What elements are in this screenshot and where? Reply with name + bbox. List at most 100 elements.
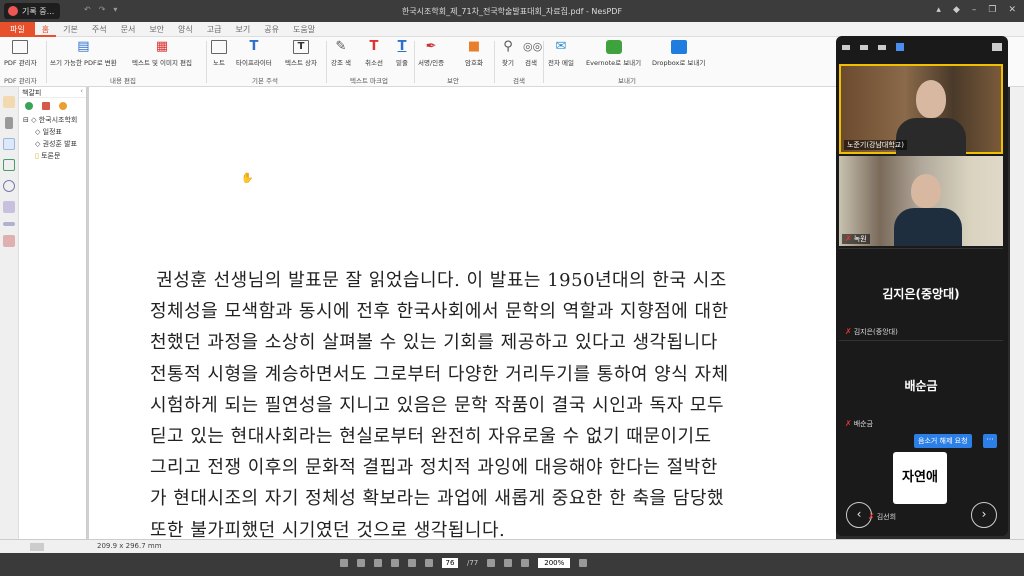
bookmark-label: 한국시조학회 [38, 116, 78, 124]
tab-advanced[interactable]: 고급 [200, 22, 229, 37]
panel-scrollbar[interactable] [30, 543, 44, 551]
maximize-icon[interactable]: ❐ [988, 5, 996, 15]
ribbon-divider [414, 41, 415, 83]
view-mode-icon[interactable] [357, 559, 365, 567]
encrypt-button[interactable]: ■ 암호화 [465, 40, 483, 68]
strikeout-button[interactable]: T 취소선 [365, 40, 383, 68]
text-line: 천했던 과정을 소상히 살펴볼 수 있는 기회를 제공하고 있다고 생각됩니다 [150, 332, 718, 354]
email-button[interactable]: ✉ 전자 메일 [548, 39, 574, 68]
next-page-button[interactable]: › [971, 502, 997, 528]
hand-tool-icon[interactable] [3, 96, 15, 108]
evernote-button[interactable]: Evernote로 보내기 [586, 40, 641, 67]
participant-video[interactable]: ✗ 녹원 [839, 156, 1003, 246]
more-options-button[interactable]: ··· [983, 434, 997, 448]
thumbnails-icon[interactable] [3, 159, 15, 171]
delete-bookmark-icon[interactable] [42, 102, 50, 110]
bookmark-panel-title: 책갈피 [22, 89, 42, 97]
typewriter-button[interactable]: T 타이프라이터 [236, 40, 272, 68]
page-size: 209.9 x 296.7 mm [97, 542, 162, 550]
signature-panel-icon[interactable] [3, 222, 15, 226]
bookmark-label: 일정표 [42, 128, 62, 136]
text-line: 딛고 있는 현대사회라는 현실로부터 완전히 자유로울 수 없기 때문이기도 [150, 426, 712, 448]
participant-name: 녹원 [853, 235, 867, 243]
minimize-icon[interactable] [842, 44, 850, 50]
participant-face [911, 174, 941, 208]
zoom-select[interactable]: 200% [538, 558, 571, 568]
participant-video[interactable]: 노준기(강남대학교) [839, 64, 1003, 156]
highlight-button[interactable]: ✎ 강조 색 [331, 39, 351, 68]
pdf-manager-icon [12, 40, 29, 54]
bookmark-item[interactable]: ▯ 토론문 [19, 150, 86, 162]
minimize-icon[interactable]: – [972, 5, 977, 15]
prev-page-icon[interactable] [425, 559, 433, 567]
zoom-out-icon[interactable] [521, 559, 530, 567]
document-viewport[interactable]: ✋ 권성훈 선생님의 발표문 잘 읽었습니다. 이 발표는 1950년대의 한국… [87, 87, 836, 539]
tab-view[interactable]: 보기 [229, 22, 258, 37]
note-button[interactable]: 노트 [211, 40, 227, 67]
tab-form[interactable]: 양식 [171, 22, 200, 37]
tab-comment[interactable]: 주석 [85, 22, 114, 37]
exit-fullscreen-icon[interactable] [992, 43, 1002, 51]
group-basic-annot: 기본 주석 [252, 77, 278, 85]
underline-button[interactable]: T 밑줄 [394, 40, 410, 68]
typewriter-label: 타이프라이터 [236, 59, 272, 67]
collapse-icon[interactable]: ‹ [80, 87, 83, 95]
participant-display-name: 배순금 [904, 379, 938, 393]
mail-icon: ✉ [555, 39, 567, 54]
ribbon-divider [543, 41, 544, 83]
search-button[interactable]: ◎◎ 검색 [523, 40, 543, 67]
settings-icon[interactable]: ◆ [953, 5, 960, 15]
view-mode-icon[interactable] [374, 559, 382, 567]
tab-share[interactable]: 공유 [257, 22, 286, 37]
pdf-manager-button[interactable]: PDF 관리자 [4, 40, 37, 67]
make-editable-label: 쓰기 가능한 PDF로 변환 [50, 59, 117, 67]
add-bookmark-icon[interactable] [25, 102, 33, 110]
layers-icon[interactable] [3, 235, 15, 247]
next-page-icon[interactable] [487, 559, 496, 567]
current-page-input[interactable]: 76 [442, 558, 458, 568]
text-line: 전통적 시형을 계승하면서도 그로부터 다양한 거리두기를 통하여 양식 자체 [150, 363, 729, 385]
participant-tile[interactable]: 김지은(중앙대) ✗ 김지은(중앙대) [839, 248, 1003, 340]
tab-home[interactable]: 홈 [34, 22, 57, 37]
comments-icon[interactable] [3, 201, 15, 213]
bookmark-item[interactable]: ◇ 권성훈 발표 [19, 138, 86, 150]
binoculars-icon: ◎◎ [523, 40, 543, 53]
view-mode-icon[interactable] [391, 559, 399, 567]
tab-security[interactable]: 보안 [142, 22, 171, 37]
zoom-in-icon[interactable] [579, 559, 588, 567]
bookmark-panel-icon[interactable] [3, 138, 15, 150]
participant-tile[interactable]: 배순금 ✗ 배순금 [839, 340, 1003, 432]
group-security: 보안 [447, 77, 459, 85]
group-search: 검색 [513, 77, 525, 85]
tab-document[interactable]: 문서 [114, 22, 143, 37]
tab-file[interactable]: 파일 [0, 22, 35, 37]
tab-help[interactable]: 도움말 [286, 22, 322, 37]
sign-button[interactable]: ✒ 서명/인증 [418, 40, 444, 68]
ribbon-divider [494, 41, 495, 83]
attachment-icon[interactable] [3, 180, 15, 192]
search-label: 검색 [525, 59, 537, 67]
last-page-icon[interactable] [504, 559, 513, 567]
first-page-icon[interactable] [408, 559, 416, 567]
find-button[interactable]: ⚲ 찾기 [500, 40, 516, 68]
close-icon[interactable]: ✕ [1008, 5, 1016, 15]
gallery-view-icon[interactable] [896, 43, 904, 51]
tab-basic[interactable]: 기본 [56, 22, 85, 37]
strip-view-icon[interactable] [878, 44, 886, 50]
dropbox-button[interactable]: Dropbox로 보내기 [652, 40, 705, 67]
bookmark-item[interactable]: ◇ 일정표 [19, 126, 86, 138]
view-mode-icon[interactable] [340, 559, 348, 567]
highlighter-icon: ✎ [335, 39, 347, 54]
edit-text-image-button[interactable]: ▦ 텍스트 및 이미지 편집 [132, 40, 192, 68]
group-text-markup: 텍스트 마크업 [350, 77, 388, 85]
bookmark-options-icon[interactable] [59, 102, 67, 110]
speaker-view-icon[interactable] [860, 44, 868, 50]
select-tool-icon[interactable] [5, 117, 13, 129]
editable-pdf-icon: ▤ [77, 39, 90, 54]
help-icon[interactable]: ▴ [936, 5, 941, 15]
bookmark-root[interactable]: ⊟ ◇ 한국시조학회 [19, 114, 86, 126]
make-editable-button[interactable]: ▤ 쓰기 가능한 PDF로 변환 [50, 39, 117, 68]
ask-to-unmute-button[interactable]: 음소거 해제 요청 [914, 434, 972, 448]
vertical-scrollbar[interactable] [1010, 87, 1024, 542]
textbox-button[interactable]: T 텍스트 상자 [285, 40, 317, 67]
